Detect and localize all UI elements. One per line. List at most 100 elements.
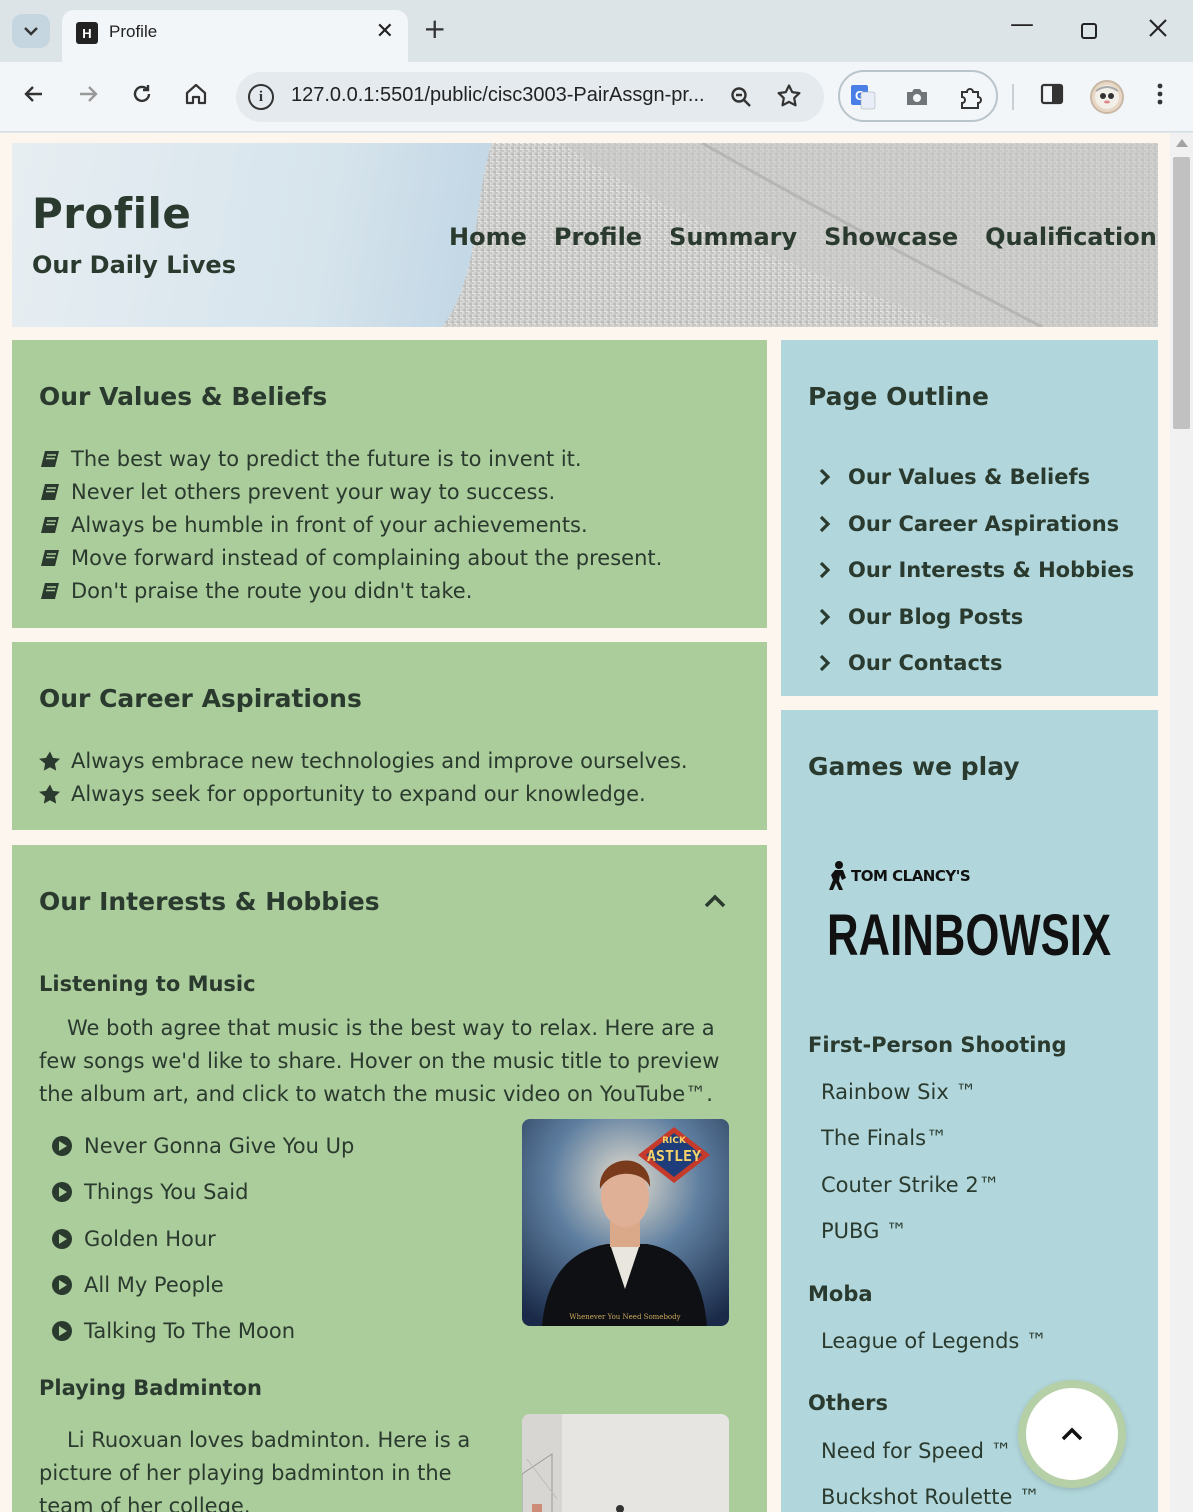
chevron-right-icon (818, 467, 836, 487)
list-item: Never let others prevent your way to suc… (39, 475, 662, 508)
play-circle-icon (52, 1321, 72, 1342)
puzzle-icon[interactable] (958, 84, 984, 110)
album-band-text: RICK (662, 1136, 687, 1146)
game-item: Rainbow Six ™ (821, 1080, 977, 1104)
window-close-icon[interactable] (1148, 16, 1168, 44)
badminton-photo-image (522, 1414, 729, 1512)
music-heading: Listening to Music (39, 972, 256, 996)
badminton-heading: Playing Badminton (39, 1376, 262, 1400)
main-nav: Home Profile Summary Showcase Qualificat… (449, 223, 1157, 251)
tab-title: Profile (109, 22, 158, 41)
extensions-group: G (838, 70, 998, 122)
song-link[interactable]: All My People (52, 1262, 354, 1308)
browser-tab[interactable]: H Profile ✕ (62, 10, 408, 62)
game-item: Couter Strike 2™ (821, 1173, 1000, 1197)
outline-link-career[interactable]: Our Career Aspirations (818, 501, 1134, 548)
chevron-up-icon (1061, 1427, 1083, 1441)
page-title: Profile (32, 189, 192, 238)
outline-link-blog[interactable]: Our Blog Posts (818, 594, 1134, 641)
page-scrollbar[interactable] (1170, 133, 1193, 1512)
profile-avatar-icon[interactable] (1090, 80, 1124, 114)
nav-summary[interactable]: Summary (669, 223, 797, 251)
outline-link-values[interactable]: Our Values & Beliefs (818, 454, 1134, 501)
browser-toolbar: i 127.0.0.1:5501/public/cisc3003-PairAss… (0, 62, 1193, 132)
values-section: Our Values & Beliefs The best way to pre… (12, 340, 767, 628)
star-icon (39, 751, 61, 771)
games-heading: Games we play (808, 752, 1020, 781)
chevron-up-icon[interactable] (702, 891, 728, 911)
outline-link-contacts[interactable]: Our Contacts (818, 640, 1134, 687)
game-item: League of Legends ™ (821, 1329, 1048, 1353)
badminton-text: Li Ruoxuan loves badminton. Here is a pi… (39, 1428, 471, 1512)
reload-icon[interactable] (130, 82, 154, 111)
song-link[interactable]: Things You Said (52, 1169, 354, 1215)
book-icon (39, 581, 61, 601)
chevron-right-icon (818, 560, 836, 580)
outline-link-interests[interactable]: Our Interests & Hobbies (818, 547, 1134, 594)
tab-search-icon[interactable] (12, 14, 50, 48)
outline-heading: Page Outline (808, 382, 989, 411)
song-list: Never Gonna Give You Up Things You Said … (52, 1123, 354, 1354)
star-icon[interactable] (776, 83, 802, 113)
favicon-icon: H (76, 22, 98, 44)
url-text[interactable]: 127.0.0.1:5501/public/cisc3003-PairAssgn… (291, 84, 705, 107)
logo-top-text: TOM CLANCY'S (851, 867, 970, 885)
list-item: Always be humble in front of your achiev… (39, 508, 662, 541)
minimize-icon[interactable]: — (1010, 10, 1034, 38)
album-tagline-text: Whenever You Need Somebody (569, 1313, 680, 1321)
song-link[interactable]: Golden Hour (52, 1216, 354, 1262)
back-to-top-button[interactable] (1018, 1380, 1126, 1488)
book-icon (39, 482, 61, 502)
forward-arrow-icon[interactable] (76, 82, 100, 111)
nav-profile[interactable]: Profile (554, 223, 642, 251)
play-circle-icon (52, 1275, 72, 1296)
maximize-icon[interactable] (1080, 18, 1098, 46)
list-item: Always embrace new technologies and impr… (39, 744, 688, 777)
chevron-right-icon (818, 607, 836, 627)
book-icon (39, 449, 61, 469)
camera-icon[interactable] (904, 84, 930, 110)
career-list: Always embrace new technologies and impr… (39, 744, 688, 810)
nav-qualification[interactable]: Qualification (985, 223, 1157, 251)
browser-tabstrip: H Profile ✕ + — (0, 0, 1193, 62)
home-icon[interactable] (184, 82, 208, 111)
address-bar[interactable]: i 127.0.0.1:5501/public/cisc3003-PairAss… (236, 72, 824, 122)
game-item: Buckshot Roulette ™ (821, 1485, 1041, 1509)
zoom-icon[interactable] (729, 85, 753, 113)
song-link[interactable]: Talking To The Moon (52, 1308, 354, 1354)
chevron-right-icon (818, 653, 836, 673)
book-icon (39, 515, 61, 535)
interests-section: Our Interests & Hobbies Listening to Mus… (12, 845, 767, 1512)
play-circle-icon (52, 1136, 72, 1157)
kebab-menu-icon[interactable] (1150, 82, 1170, 111)
chevron-right-icon (818, 514, 836, 534)
values-list: The best way to predict the future is to… (39, 442, 662, 607)
scroll-up-arrow-icon[interactable] (1176, 139, 1188, 147)
nav-showcase[interactable]: Showcase (824, 223, 958, 251)
outline-list: Our Values & Beliefs Our Career Aspirati… (818, 454, 1134, 687)
list-item: Don't praise the route you didn't take. (39, 574, 662, 607)
career-section: Our Career Aspirations Always embrace ne… (12, 642, 767, 830)
translate-icon[interactable]: G (850, 84, 876, 110)
page-viewport: Profile Our Daily Lives Home Profile Sum… (0, 133, 1170, 1512)
game-item: PUBG ™ (821, 1219, 908, 1243)
site-info-icon[interactable]: i (248, 84, 274, 110)
book-icon (39, 548, 61, 568)
logo-main-text: RAINBOWSIX (827, 903, 1111, 960)
site-header: Profile Our Daily Lives Home Profile Sum… (12, 143, 1158, 327)
scrollbar-thumb[interactable] (1173, 157, 1190, 429)
music-intro: We both agree that music is the best way… (39, 1016, 720, 1106)
list-item: Move forward instead of complaining abou… (39, 541, 662, 574)
song-link[interactable]: Never Gonna Give You Up (52, 1123, 354, 1169)
game-item: Need for Speed ™ (821, 1439, 1012, 1463)
back-arrow-icon[interactable] (22, 82, 46, 111)
plus-icon[interactable]: + (423, 12, 446, 45)
values-heading: Our Values & Beliefs (39, 382, 328, 411)
close-icon[interactable]: ✕ (376, 19, 394, 44)
game-category-heading: First-Person Shooting (808, 1033, 1067, 1057)
side-panel-icon[interactable] (1040, 82, 1064, 111)
outline-section: Page Outline Our Values & Beliefs Our Ca… (781, 340, 1158, 696)
career-heading: Our Career Aspirations (39, 684, 362, 713)
game-item: The Finals™ (821, 1126, 948, 1150)
nav-home[interactable]: Home (449, 223, 527, 251)
